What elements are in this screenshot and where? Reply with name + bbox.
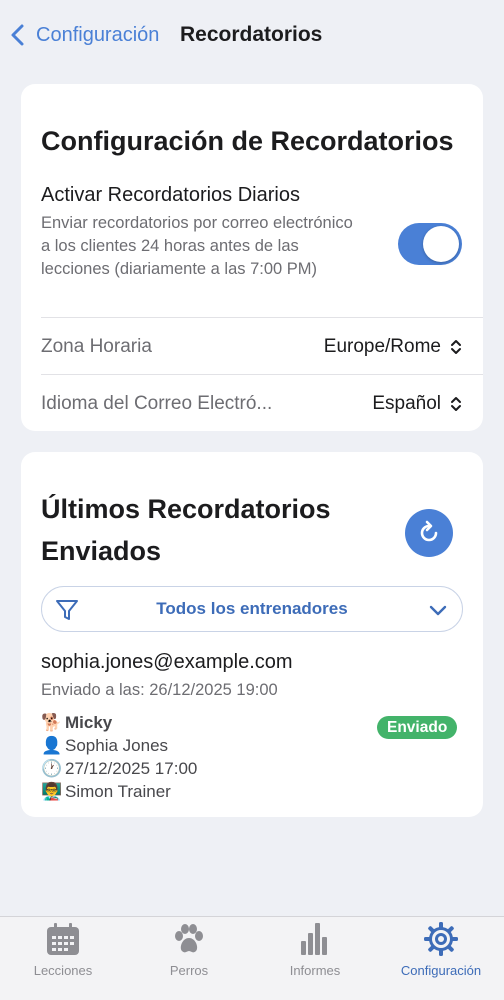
trainer-filter-dropdown[interactable]: Todos los entrenadores (41, 586, 463, 632)
chevron-up-down-icon (451, 340, 461, 354)
back-button[interactable]: Configuración (8, 20, 159, 50)
tab-lecciones[interactable]: Lecciones (0, 917, 126, 1000)
chevron-down-icon (429, 605, 447, 616)
back-label: Configuración (36, 23, 160, 46)
timezone-row[interactable]: Zona Horaria Europe/Rome (41, 319, 463, 375)
daily-reminders-toggle[interactable] (398, 223, 462, 265)
lesson-time-row: 🕐 27/12/2025 17:00 (41, 759, 197, 779)
timezone-value: Europe/Rome (323, 336, 441, 357)
tab-label: Informes (289, 963, 341, 978)
dog-name-row: 🐕 Micky (41, 713, 112, 733)
gear-icon (424, 922, 458, 956)
chevron-left-icon (11, 24, 24, 46)
page-title: Recordatorios (180, 23, 323, 46)
bar-chart-icon (301, 923, 327, 955)
settings-title: Configuración de Recordatorios (41, 126, 454, 156)
tab-bar: Lecciones Perros Informes Configuración (0, 916, 504, 1000)
divider (41, 374, 483, 375)
daily-reminders-description: Enviar recordatorios por correo electrón… (41, 214, 353, 278)
clock-icon: 🕐 (41, 759, 63, 778)
trainer-filter-value: Todos los entrenadores (156, 599, 348, 618)
recent-reminders-title: Últimos Recordatorios Enviados (41, 494, 331, 566)
email-language-label: Idioma del Correo Electró... (41, 393, 273, 414)
email-language-row[interactable]: Idioma del Correo Electró... Español (41, 376, 463, 432)
dog-name: Micky (65, 713, 113, 732)
tab-label: Perros (169, 963, 209, 978)
recipient-email: sophia.jones@example.com (41, 651, 293, 673)
sent-at: Enviado a las: 26/12/2025 19:00 (41, 681, 278, 699)
trainer-row: 👨‍🏫 Simon Trainer (41, 782, 171, 802)
paw-icon (175, 924, 203, 953)
reminder-settings-card: Configuración de Recordatorios Activar R… (21, 84, 483, 431)
tab-configuracion[interactable]: Configuración (378, 917, 504, 1000)
tab-informes[interactable]: Informes (252, 917, 378, 1000)
daily-reminders-label: Activar Recordatorios Diarios (41, 184, 300, 206)
email-language-value: Español (372, 393, 441, 414)
client-name: Sophia Jones (65, 736, 169, 755)
tab-perros[interactable]: Perros (126, 917, 252, 1000)
lesson-time: 27/12/2025 17:00 (65, 759, 198, 778)
tab-label: Lecciones (33, 963, 93, 978)
recent-reminders-card: Últimos Recordatorios Enviados Todos los… (21, 452, 483, 817)
email-language-picker[interactable]: Español (372, 393, 463, 415)
divider (41, 317, 483, 318)
person-icon: 👤 (41, 736, 63, 755)
calendar-icon (47, 923, 79, 955)
dog-icon: 🐕 (41, 713, 63, 732)
navigation-bar: Configuración Recordatorios (0, 0, 504, 70)
tab-label: Configuración (400, 963, 482, 978)
client-row: 👤 Sophia Jones (41, 736, 168, 756)
refresh-icon (420, 520, 438, 542)
timezone-label: Zona Horaria (41, 336, 152, 357)
status-badge: Enviado (377, 716, 458, 739)
chevron-up-down-icon (451, 397, 461, 411)
trainer-name: Simon Trainer (65, 782, 171, 801)
timezone-picker[interactable]: Europe/Rome (324, 336, 463, 358)
trainer-icon: 👨‍🏫 (41, 782, 63, 801)
refresh-button[interactable] (405, 509, 453, 557)
toggle-knob (423, 226, 459, 262)
